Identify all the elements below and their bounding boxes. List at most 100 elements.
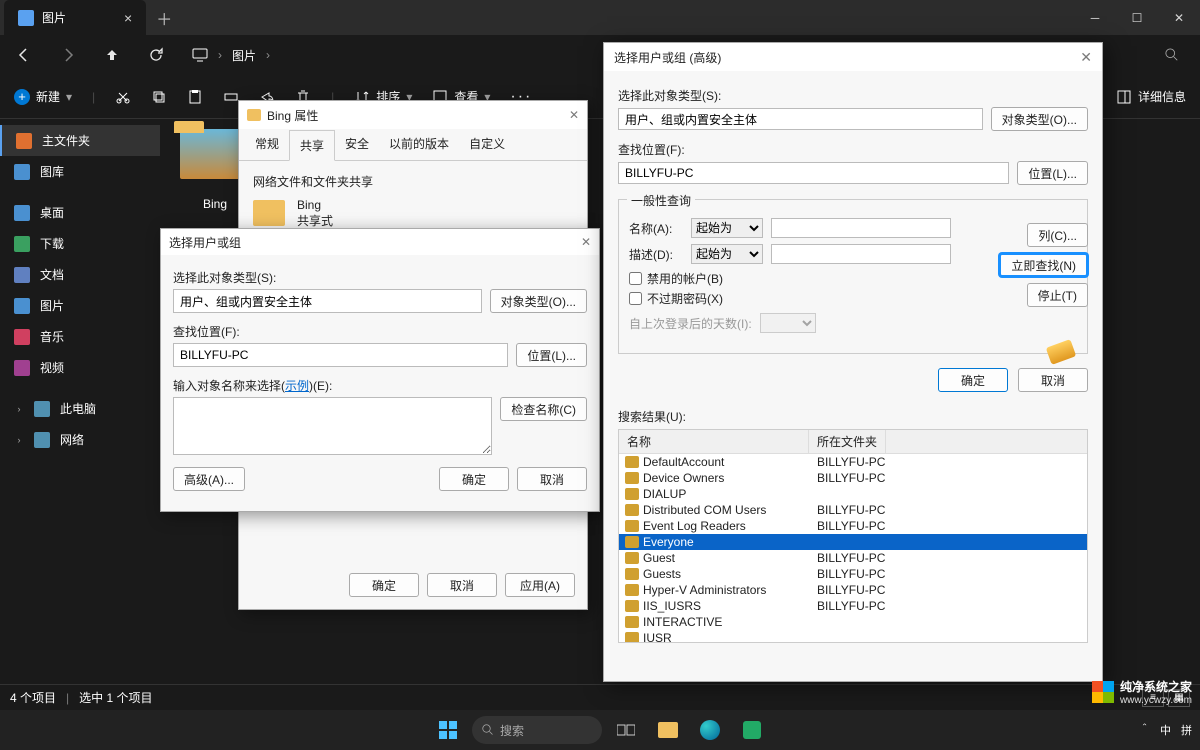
close-tab-icon[interactable]: × — [124, 10, 132, 26]
name-filter-mode[interactable]: 起始为 — [691, 218, 763, 238]
object-types-button[interactable]: 对象类型(O)... — [490, 289, 587, 313]
check-names-button[interactable]: 检查名称(C) — [500, 397, 587, 421]
columns-button[interactable]: 列(C)... — [1027, 223, 1088, 247]
non-expiring-password-checkbox[interactable] — [629, 292, 642, 305]
tab-previous[interactable]: 以前的版本 — [379, 129, 459, 160]
sidebar-item-downloads[interactable]: 下载 — [0, 228, 160, 259]
cancel-button[interactable]: 取消 — [427, 573, 497, 597]
tab-security[interactable]: 安全 — [335, 129, 379, 160]
new-button[interactable]: +新建▾ — [14, 88, 72, 105]
dialog-titlebar[interactable]: 选择用户或组 ✕ — [161, 229, 599, 255]
sidebar-item-thispc[interactable]: ›此电脑 — [0, 393, 160, 424]
folder-icon — [253, 200, 285, 226]
rename-button[interactable] — [223, 89, 239, 105]
object-names-textarea[interactable] — [173, 397, 492, 455]
apply-button[interactable]: 应用(A) — [505, 573, 575, 597]
maximize-button[interactable]: ☐ — [1116, 0, 1158, 35]
forward-button[interactable] — [54, 41, 82, 69]
sidebar-item-documents[interactable]: 文档 — [0, 259, 160, 290]
taskbar-search[interactable]: 搜索 — [472, 716, 602, 744]
ime-indicator[interactable]: 中 — [1160, 722, 1171, 738]
sidebar-item-gallery[interactable]: 图库 — [0, 156, 160, 187]
ok-button[interactable]: 确定 — [938, 368, 1008, 392]
select-users-advanced-dialog: 选择用户或组 (高级) ✕ 选择此对象类型(S): 对象类型(O)... 查找位… — [603, 42, 1103, 682]
explorer-taskbar-icon[interactable] — [650, 715, 686, 745]
result-row[interactable]: DIALUP — [619, 486, 1087, 502]
watermark: 纯净系统之家 www.ycwzy.com — [1092, 678, 1192, 706]
advanced-button[interactable]: 高级(A)... — [173, 467, 245, 491]
desc-filter-label: 描述(D): — [629, 246, 683, 263]
close-icon[interactable]: ✕ — [581, 235, 591, 249]
result-row[interactable]: GuestBILLYFU-PC — [619, 550, 1087, 566]
result-row[interactable]: DefaultAccountBILLYFU-PC — [619, 454, 1087, 470]
desc-filter-input[interactable] — [771, 244, 951, 264]
breadcrumb-segment[interactable]: 图片 — [232, 47, 256, 64]
sidebar-item-music[interactable]: 音乐 — [0, 321, 160, 352]
col-header-name[interactable]: 名称 — [619, 430, 809, 453]
tray-chevron-icon[interactable]: ＾ — [1139, 722, 1150, 738]
paste-button[interactable] — [187, 89, 203, 105]
store-taskbar-icon[interactable] — [734, 715, 770, 745]
sidebar-item-network[interactable]: ›网络 — [0, 424, 160, 455]
result-row[interactable]: Event Log ReadersBILLYFU-PC — [619, 518, 1087, 534]
result-row[interactable]: Hyper-V AdministratorsBILLYFU-PC — [619, 582, 1087, 598]
tab-general[interactable]: 常规 — [245, 129, 289, 160]
locations-button[interactable]: 位置(L)... — [516, 343, 587, 367]
window-tab[interactable]: 图片 × — [4, 0, 146, 35]
object-type-field[interactable] — [173, 289, 482, 313]
close-window-button[interactable]: ✕ — [1158, 0, 1200, 35]
sidebar-item-videos[interactable]: 视频 — [0, 352, 160, 383]
stop-button[interactable]: 停止(T) — [1027, 283, 1088, 307]
object-types-button[interactable]: 对象类型(O)... — [991, 107, 1088, 131]
desc-filter-mode[interactable]: 起始为 — [691, 244, 763, 264]
cancel-button[interactable]: 取消 — [1018, 368, 1088, 392]
close-icon[interactable]: ✕ — [1080, 49, 1092, 66]
tab-custom[interactable]: 自定义 — [459, 129, 515, 160]
result-row[interactable]: IUSR — [619, 630, 1087, 643]
search-button[interactable] — [1158, 41, 1186, 69]
start-button[interactable] — [430, 715, 466, 745]
ok-button[interactable]: 确定 — [349, 573, 419, 597]
copy-button[interactable] — [151, 89, 167, 105]
object-type-field[interactable] — [618, 108, 983, 130]
example-link[interactable]: 示例 — [285, 379, 309, 393]
sidebar-item-desktop[interactable]: 桌面 — [0, 197, 160, 228]
up-button[interactable] — [98, 41, 126, 69]
new-tab-button[interactable]: ＋ — [156, 6, 172, 30]
back-button[interactable] — [10, 41, 38, 69]
location-field[interactable] — [173, 343, 508, 367]
result-row[interactable]: IIS_IUSRSBILLYFU-PC — [619, 598, 1087, 614]
pc-icon — [34, 401, 50, 417]
pictures-icon — [18, 10, 34, 26]
find-now-button[interactable]: 立即查找(N) — [999, 253, 1088, 277]
edge-taskbar-icon[interactable] — [692, 715, 728, 745]
col-header-folder[interactable]: 所在文件夹 — [809, 430, 886, 453]
result-row[interactable]: INTERACTIVE — [619, 614, 1087, 630]
location-field[interactable] — [618, 162, 1009, 184]
sidebar-item-pictures[interactable]: 图片 — [0, 290, 160, 321]
result-row[interactable]: Everyone — [619, 534, 1087, 550]
minimize-button[interactable]: ─ — [1074, 0, 1116, 35]
input-mode-icon[interactable]: 拼 — [1181, 722, 1192, 738]
tab-sharing[interactable]: 共享 — [289, 130, 335, 161]
close-icon[interactable]: ✕ — [569, 108, 579, 122]
disabled-accounts-checkbox[interactable] — [629, 272, 642, 285]
dialog-titlebar[interactable]: 选择用户或组 (高级) ✕ — [604, 43, 1102, 71]
results-table: 名称 所在文件夹 DefaultAccountBILLYFU-PCDevice … — [618, 429, 1088, 643]
refresh-button[interactable] — [142, 41, 170, 69]
result-row[interactable]: Device OwnersBILLYFU-PC — [619, 470, 1087, 486]
task-view-button[interactable] — [608, 715, 644, 745]
result-row[interactable]: Distributed COM UsersBILLYFU-PC — [619, 502, 1087, 518]
name-filter-input[interactable] — [771, 218, 951, 238]
result-row[interactable]: GuestsBILLYFU-PC — [619, 566, 1087, 582]
locations-button[interactable]: 位置(L)... — [1017, 161, 1088, 185]
sidebar-item-home[interactable]: 主文件夹 — [0, 125, 160, 156]
ok-button[interactable]: 确定 — [439, 467, 509, 491]
details-pane-button[interactable]: 详细信息 — [1116, 88, 1186, 105]
cancel-button[interactable]: 取消 — [517, 467, 587, 491]
breadcrumb[interactable]: › 图片 › — [192, 47, 270, 64]
dialog-titlebar[interactable]: Bing 属性 ✕ — [239, 101, 587, 129]
download-icon — [14, 236, 30, 252]
location-label: 查找位置(F): — [173, 323, 587, 340]
cut-button[interactable] — [115, 89, 131, 105]
